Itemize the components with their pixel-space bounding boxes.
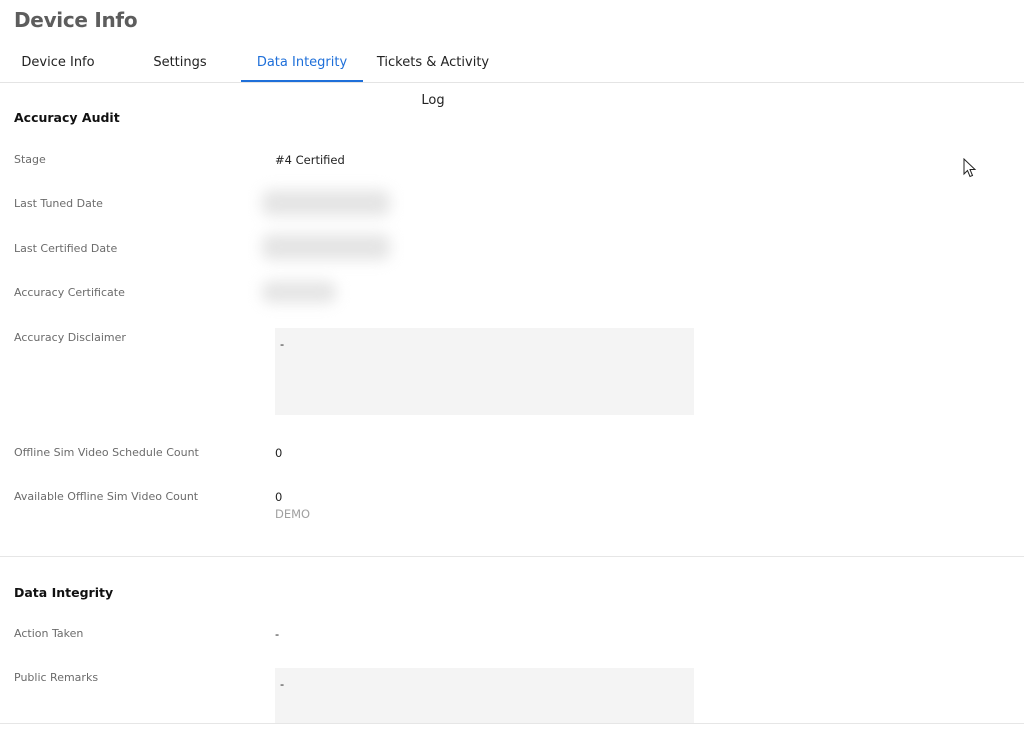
last-tuned-date-redacted xyxy=(262,190,390,216)
section-title-data-integrity: Data Integrity xyxy=(14,585,114,600)
accuracy-disclaimer-field: - xyxy=(275,328,694,415)
tab-settings[interactable]: Settings xyxy=(140,44,220,81)
section-divider xyxy=(0,556,1024,557)
last-certified-date-label: Last Certified Date xyxy=(14,242,118,255)
available-offline-sim-video-count-value: 0 xyxy=(275,490,283,504)
stage-value: #4 Certified xyxy=(275,153,345,167)
accuracy-certificate-label: Accuracy Certificate xyxy=(14,286,125,299)
action-taken-label: Action Taken xyxy=(14,627,84,640)
tab-device-info[interactable]: Device Info xyxy=(14,44,102,81)
offline-sim-video-schedule-count-label: Offline Sim Video Schedule Count xyxy=(14,446,199,459)
last-certified-date-redacted xyxy=(262,234,390,260)
tab-tickets-activity-log[interactable]: Tickets & Activity Log xyxy=(366,44,500,108)
mouse-pointer-icon xyxy=(963,157,977,182)
section-title-accuracy-audit: Accuracy Audit xyxy=(14,110,120,125)
accuracy-certificate-redacted xyxy=(262,281,336,303)
page-title: Device Info xyxy=(14,8,138,32)
stage-label: Stage xyxy=(14,153,46,166)
demo-note: DEMO xyxy=(275,507,311,521)
offline-sim-video-schedule-count-value: 0 xyxy=(275,446,283,460)
bottom-divider xyxy=(0,723,1024,724)
tab-data-integrity[interactable]: Data Integrity xyxy=(241,44,363,82)
public-remarks-label: Public Remarks xyxy=(14,671,99,684)
tab-bar: Device Info Settings Data Integrity Tick… xyxy=(0,44,1024,108)
last-tuned-date-label: Last Tuned Date xyxy=(14,197,103,210)
available-offline-sim-video-count-label: Available Offline Sim Video Count xyxy=(14,490,199,503)
accuracy-disclaimer-label: Accuracy Disclaimer xyxy=(14,331,126,344)
action-taken-value: - xyxy=(275,627,280,641)
public-remarks-field: - xyxy=(275,668,694,723)
